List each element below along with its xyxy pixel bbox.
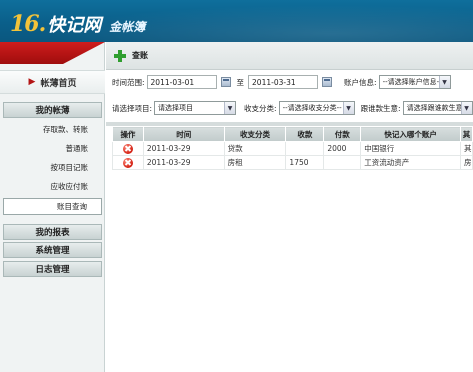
row-action [112, 155, 144, 170]
calendar-icon[interactable] [322, 77, 333, 87]
sidebar-red-tab [0, 42, 105, 64]
col-header-category: 收支分类 [223, 126, 287, 142]
add-icon[interactable] [114, 49, 126, 62]
row-category: 房租 [223, 155, 287, 170]
chevron-down-icon: ▼ [460, 102, 472, 114]
toolbar-title: 查账 [132, 51, 148, 60]
chevron-down-icon: ▼ [224, 102, 236, 114]
row-time: 2011-03-29 [142, 155, 225, 170]
sidebar-section-my-reports[interactable]: 我的报表 [3, 224, 102, 240]
toolbar: 查账 [106, 42, 473, 70]
delete-icon[interactable] [122, 157, 133, 168]
col-header-action: 操作 [112, 126, 144, 142]
delete-icon[interactable] [122, 143, 133, 154]
account-label: 账户信息: [344, 77, 377, 87]
filter-row-1: 时间范围: 2011-03-01 至 2011-03-31 账户信息: --请选… [106, 71, 473, 93]
row-time: 2011-03-29 [142, 141, 225, 156]
col-header-time: 时间 [142, 126, 225, 142]
sidebar: ▶ 帐薄首页 我的帐薄 存取款、转账 普通账 按项目记账 应收应付账 账目查询 … [0, 42, 105, 372]
account-select-value: --请选择账户信息-- [382, 78, 442, 86]
row-extra: 房 [459, 155, 473, 170]
col-header-expense: 付款 [323, 126, 362, 142]
row-income [285, 141, 325, 156]
account-select[interactable]: --请选择账户信息-- ▼ [378, 75, 451, 89]
category-label: 收支分类: [244, 103, 277, 113]
calendar-icon[interactable] [220, 77, 231, 87]
trail-select[interactable]: 请选择跟谁款生意 ▼ [402, 101, 473, 115]
row-action [112, 141, 144, 156]
sidebar-item-deposit-transfer[interactable]: 存取款、转账 [3, 121, 102, 138]
app-logo[interactable]: 16. 快记网 金帐簿 [10, 7, 145, 37]
row-expense [323, 155, 362, 170]
table-header-row: 操作 时间 收支分类 收款 付款 快记入哪个账户 其 [112, 126, 473, 142]
category-select-value: --请选择收支分类-- [282, 104, 342, 112]
logo-text: 快记网 [47, 15, 102, 36]
sidebar-item-account-query[interactable]: 账目查询 [3, 198, 102, 215]
logo-subtitle: 金帐簿 [109, 20, 146, 34]
date-from-input[interactable]: 2011-03-01 [146, 75, 217, 89]
sidebar-item-receivable-payable[interactable]: 应收应付账 [3, 178, 102, 195]
table-row: 2011-03-29 贷款 2000 中国银行 其 [112, 141, 473, 156]
sidebar-section-system[interactable]: 系统管理 [3, 242, 102, 258]
logo-mark: 16. [10, 11, 46, 37]
main-panel: 查账 时间范围: 2011-03-01 至 2011-03-31 账户信息: -… [106, 42, 473, 372]
chevron-down-icon: ▼ [438, 76, 450, 88]
project-label: 请选择项目: [112, 103, 153, 113]
row-income: 1750 [285, 155, 325, 170]
play-arrow-icon: ▶ [28, 77, 36, 87]
chevron-down-icon: ▼ [342, 102, 354, 114]
sidebar-home-label: 帐薄首页 [40, 78, 77, 89]
col-header-account: 快记入哪个账户 [360, 126, 461, 142]
sidebar-item-by-project[interactable]: 按项目记账 [3, 159, 102, 176]
row-account: 中国银行 [360, 141, 461, 156]
row-extra: 其 [459, 141, 473, 156]
to-label: 至 [236, 77, 245, 87]
row-expense: 2000 [323, 141, 362, 156]
col-header-income: 收款 [285, 126, 325, 142]
row-category: 贷款 [223, 141, 287, 156]
project-select[interactable]: 请选择项目 ▼ [154, 101, 237, 115]
category-select[interactable]: --请选择收支分类-- ▼ [278, 101, 355, 115]
app-header: 16. 快记网 金帐簿 [0, 0, 473, 42]
project-select-value: 请选择项目 [158, 104, 194, 112]
trail-label: 跟谁款生意: [360, 103, 401, 113]
date-to-input[interactable]: 2011-03-31 [248, 75, 319, 89]
filter-row-2: 请选择项目: 请选择项目 ▼ 收支分类: --请选择收支分类-- ▼ 跟谁款生意… [106, 97, 473, 119]
time-range-label: 时间范围: [112, 77, 145, 87]
table-row: 2011-03-29 房租 1750 工资流动资产 房 [112, 155, 473, 170]
row-account: 工资流动资产 [360, 155, 461, 170]
sidebar-section-logs[interactable]: 日志管理 [3, 261, 102, 277]
transactions-table: 操作 时间 收支分类 收款 付款 快记入哪个账户 其 2011-03-29 贷款… [112, 126, 473, 170]
col-header-extra: 其 [459, 126, 473, 142]
sidebar-section-my-books[interactable]: 我的帐薄 [3, 102, 102, 118]
sidebar-home-link[interactable]: ▶ 帐薄首页 [0, 70, 105, 94]
sidebar-item-general[interactable]: 普通账 [3, 140, 102, 157]
trail-select-value: 请选择跟谁款生意 [406, 104, 463, 112]
